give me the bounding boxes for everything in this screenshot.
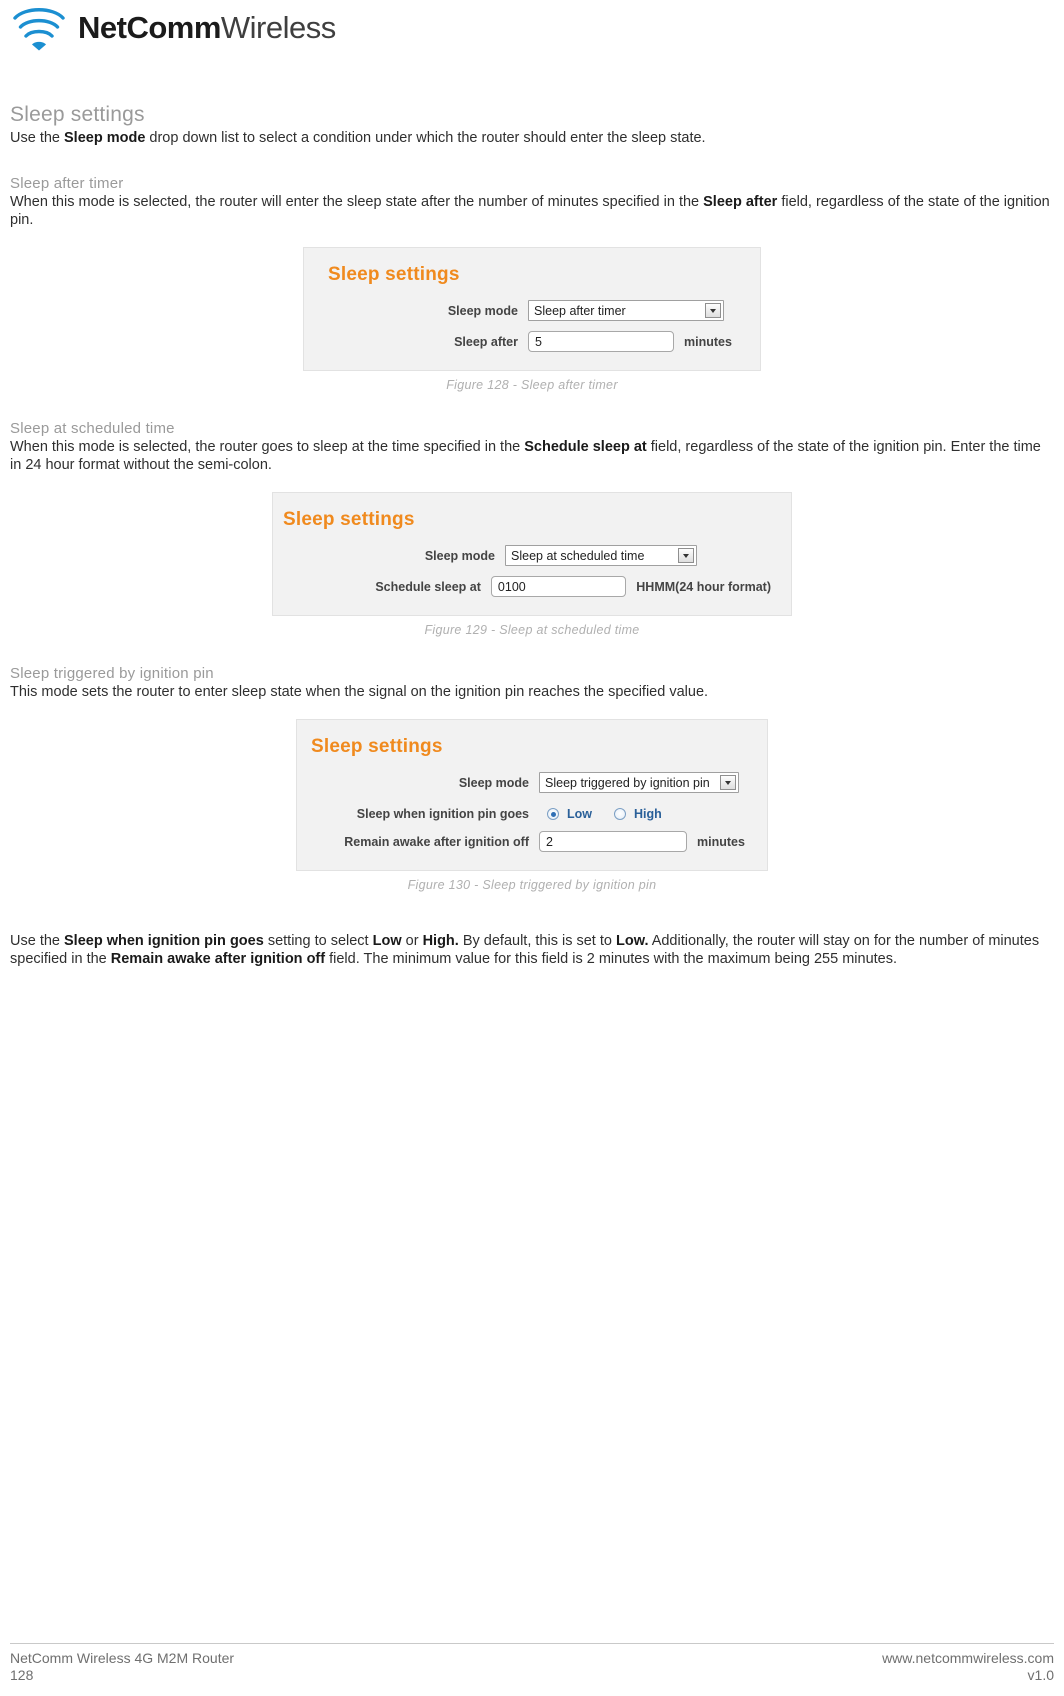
label-sleep-mode-1: Sleep mode [447, 303, 518, 318]
section-intro: Use the Sleep mode drop down list to sel… [10, 129, 1054, 147]
radio-label-high: High [634, 807, 662, 821]
suffix-remain-awake: minutes [697, 834, 745, 849]
row-sleep-mode-1: Sleep mode Sleep after timer [328, 300, 740, 321]
figure-caption-128: Figure 128 - Sleep after timer [446, 378, 618, 392]
figure-129: Sleep settings Sleep mode Sleep at sched… [10, 492, 1054, 637]
subheading-sleep-after-timer: Sleep after timer [10, 175, 124, 192]
paragraph-sleep-triggered: This mode sets the router to enter sleep… [10, 684, 709, 700]
sub2-text-1: When this mode is selected, the router g… [10, 439, 525, 455]
label-sleep-mode-2: Sleep mode [424, 548, 495, 563]
select-value-3: Sleep triggered by ignition pin [545, 775, 710, 790]
chevron-down-icon[interactable] [720, 775, 736, 790]
brand-name-bold: NetComm [78, 10, 221, 45]
label-sleep-after: Sleep after [454, 334, 518, 349]
document-page: NetCommWireless Sleep settings Use the S… [0, 0, 1064, 1696]
row-sleep-after: Sleep after 5 minutes [328, 331, 740, 352]
panel-title-3: Sleep settings [311, 736, 443, 757]
row-sleep-mode-2: Sleep mode Sleep at scheduled time [283, 545, 771, 566]
figure-caption-130: Figure 130 - Sleep triggered by ignition… [407, 878, 657, 892]
suffix-schedule-sleep-at: HHMM(24 hour format) [636, 579, 771, 594]
closing-bold-5: Remain awake after ignition off [110, 951, 326, 967]
radio-high[interactable] [614, 808, 626, 820]
sleep-settings-panel-2: Sleep settings Sleep mode Sleep at sched… [272, 492, 792, 616]
radio-low[interactable] [547, 808, 559, 820]
footer-product: NetComm Wireless 4G M2M Router [10, 1650, 235, 1666]
closing-bold-3: High. [422, 933, 459, 949]
label-schedule-sleep-at: Schedule sleep at [375, 579, 481, 594]
closing-text-4: By default, this is set to [458, 933, 616, 949]
label-remain-awake: Remain awake after ignition off [344, 834, 529, 849]
row-sleep-mode-3: Sleep mode Sleep triggered by ignition p… [311, 772, 747, 793]
intro-text-2: drop down list to select a condition und… [145, 130, 706, 146]
label-ignition-pin-level: Sleep when ignition pin goes [356, 807, 529, 821]
paragraph-sleep-at-scheduled-time: When this mode is selected, the router g… [10, 438, 1054, 474]
sleep-settings-panel-1: Sleep settings Sleep mode Sleep after ti… [303, 247, 761, 371]
select-sleep-mode-1[interactable]: Sleep after timer [528, 300, 724, 321]
panel-title-2: Sleep settings [283, 509, 415, 530]
panel-title-1: Sleep settings [328, 264, 460, 285]
select-sleep-mode-3[interactable]: Sleep triggered by ignition pin [539, 772, 739, 793]
closing-bold-4: Low. [615, 933, 649, 949]
page-title: Sleep settings [10, 103, 145, 126]
select-value-1: Sleep after timer [534, 303, 626, 318]
radio-group-ignition-level: Low High [539, 807, 676, 821]
figure-130: Sleep settings Sleep mode Sleep triggere… [10, 719, 1054, 892]
closing-text-1: Use the [10, 933, 64, 949]
row-ignition-pin-level: Sleep when ignition pin goes Low High [311, 807, 747, 821]
brand-logo: NetCommWireless [10, 5, 1054, 51]
footer-right: www.netcommwireless.com v1.0 [882, 1650, 1054, 1684]
subheading-sleep-triggered-by-ignition-pin: Sleep triggered by ignition pin [10, 665, 214, 682]
input-schedule-sleep-at[interactable]: 0100 [490, 576, 627, 597]
input-sleep-after[interactable]: 5 [528, 331, 674, 352]
closing-bold-2: Low [372, 933, 402, 949]
brand-name-light: Wireless [220, 10, 336, 45]
page-footer: NetComm Wireless 4G M2M Router 128 www.n… [10, 1643, 1054, 1684]
closing-text-3: or [401, 933, 423, 949]
radio-label-low: Low [567, 807, 592, 821]
chevron-down-icon[interactable] [705, 303, 721, 318]
closing-text-6: field. The minimum value for this field … [325, 951, 898, 967]
row-remain-awake: Remain awake after ignition off 2 minute… [311, 831, 747, 852]
brand-wordmark: NetCommWireless [78, 10, 336, 46]
closing-bold-1: Sleep when ignition pin goes [64, 933, 264, 949]
footer-website: www.netcommwireless.com [882, 1650, 1054, 1666]
page-header: NetCommWireless [10, 0, 1054, 65]
paragraph-sleep-after-timer: When this mode is selected, the router w… [10, 193, 1054, 229]
row-schedule-sleep-at: Schedule sleep at 0100 HHMM(24 hour form… [283, 576, 771, 597]
footer-version: v1.0 [1027, 1667, 1054, 1683]
figure-caption-129: Figure 129 - Sleep at scheduled time [424, 623, 640, 637]
select-value-2: Sleep at scheduled time [511, 548, 645, 563]
footer-left: NetComm Wireless 4G M2M Router 128 [10, 1650, 234, 1684]
footer-page-number: 128 [10, 1667, 34, 1683]
select-sleep-mode-2[interactable]: Sleep at scheduled time [505, 545, 697, 566]
sleep-settings-panel-3: Sleep settings Sleep mode Sleep triggere… [296, 719, 768, 871]
figure-128: Sleep settings Sleep mode Sleep after ti… [10, 247, 1054, 392]
label-sleep-mode-3: Sleep mode [458, 775, 529, 790]
subheading-sleep-at-scheduled-time: Sleep at scheduled time [10, 420, 175, 437]
suffix-sleep-after: minutes [684, 334, 732, 349]
wifi-signal-icon [12, 5, 66, 51]
closing-paragraph: Use the Sleep when ignition pin goes set… [10, 932, 1054, 968]
intro-text-1: Use the [10, 130, 64, 146]
intro-bold: Sleep mode [64, 130, 146, 146]
input-remain-awake[interactable]: 2 [539, 831, 687, 852]
sub1-text-1: When this mode is selected, the router w… [10, 194, 704, 210]
sub2-bold: Schedule sleep at [524, 439, 647, 455]
chevron-down-icon[interactable] [678, 548, 694, 563]
sub1-bold: Sleep after [703, 194, 778, 210]
closing-text-2: setting to select [263, 933, 373, 949]
